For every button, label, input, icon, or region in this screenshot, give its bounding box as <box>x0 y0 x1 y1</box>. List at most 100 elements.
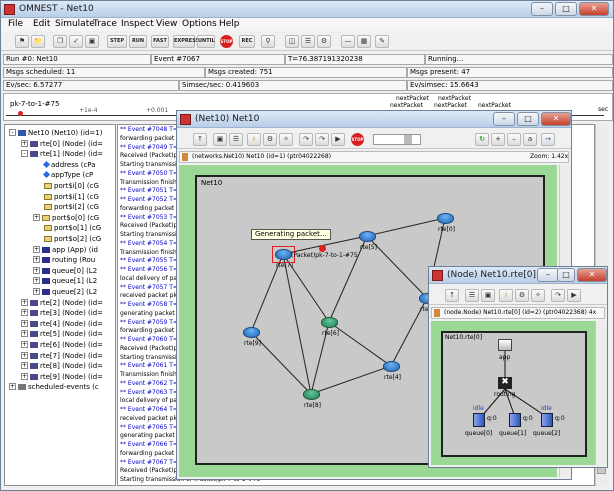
node-close-button[interactable]: ✕ <box>577 268 607 282</box>
router-icon[interactable] <box>321 317 338 328</box>
collapse-icon[interactable]: - <box>9 129 16 136</box>
network-close-button[interactable]: ✕ <box>541 112 571 126</box>
network-icon[interactable]: ◫ <box>285 35 299 48</box>
filter-icon[interactable]: ⚙ <box>317 35 331 48</box>
object-tree[interactable]: - Net10 (Net10) (id=1) + rte[0] (Node) (id=… <box>4 124 116 486</box>
zoom-in-icon[interactable]: + <box>491 133 505 146</box>
node-canvas[interactable]: app ✖ routing idle q:0 queue[0] q:0 queu… <box>441 331 587 457</box>
fast-icon[interactable]: ↷ <box>315 133 329 146</box>
expand-icon[interactable]: + <box>33 277 40 285</box>
tree-icon[interactable]: ☰ <box>301 35 315 48</box>
expand-icon[interactable]: + <box>33 245 40 253</box>
menu-help[interactable]: Help <box>219 19 240 29</box>
expand-icon[interactable]: + <box>21 330 28 338</box>
expand-icon[interactable]: + <box>21 351 28 359</box>
expand-icon[interactable]: + <box>9 383 16 391</box>
tree-item[interactable]: - Net10 (Net10) (id=1) <box>9 129 102 138</box>
animation-speed-slider[interactable] <box>373 134 421 145</box>
expand-icon[interactable]: + <box>33 266 40 274</box>
tree-item[interactable]: + rte[9] (Node) (id= <box>21 372 103 382</box>
node-scrollbar[interactable] <box>595 321 607 465</box>
node-gear-icon[interactable]: ⚙ <box>515 289 529 302</box>
tree-item[interactable]: + port$o[0] (cG <box>33 213 99 223</box>
expand-icon[interactable]: + <box>33 213 40 221</box>
menu-view[interactable]: View <box>156 19 177 29</box>
network-maximize-button[interactable]: □ <box>517 112 539 126</box>
tree-item[interactable]: + queue[2] (L2 <box>33 288 97 297</box>
node-settings-icon[interactable]: ✧ <box>531 289 545 302</box>
node-step-icon[interactable]: ↷ <box>551 289 565 302</box>
menu-trace[interactable]: Trace <box>93 19 117 29</box>
tree-item[interactable]: + rte[5] (Node) (id= <box>21 330 103 339</box>
node-info-icon[interactable]: i <box>499 289 513 302</box>
tree-item[interactable]: address (cPa <box>33 160 96 170</box>
tree-item[interactable]: port$o[2] (cG <box>33 235 101 244</box>
tree-item[interactable]: appType (cP <box>33 171 93 180</box>
node-run-icon[interactable]: ▶ <box>567 289 581 302</box>
timeline-icon[interactable]: — <box>341 35 355 48</box>
tree-item[interactable]: + rte[3] (Node) (id= <box>21 309 103 318</box>
queue0-icon[interactable] <box>473 413 485 427</box>
copy-icon[interactable]: ❐ <box>53 35 67 48</box>
step-button[interactable]: STEP <box>107 35 127 48</box>
save-icon[interactable]: ▣ <box>85 35 99 48</box>
step-icon[interactable]: ↷ <box>299 133 313 146</box>
parent-icon[interactable]: ↑ <box>193 133 207 146</box>
menu-inspect[interactable]: Inspect <box>121 19 154 29</box>
rec-button[interactable]: REC <box>239 35 255 48</box>
expand-icon[interactable]: + <box>21 362 28 370</box>
app-module-icon[interactable] <box>498 339 512 351</box>
maximize-button[interactable]: □ <box>555 2 577 16</box>
router-icon[interactable] <box>243 327 260 338</box>
network-stop-button[interactable]: STOP <box>351 133 364 146</box>
find-icon[interactable]: ⚲ <box>261 35 275 48</box>
network-minimize-button[interactable]: – <box>493 112 515 126</box>
expand-icon[interactable]: + <box>21 309 28 317</box>
tree-item[interactable]: port$i[0] (cG <box>33 182 99 191</box>
tree-item[interactable]: port$i[2] (cG <box>33 203 99 212</box>
menu-options[interactable]: Options <box>182 19 217 29</box>
menu-simulate[interactable]: Simulate <box>55 19 95 29</box>
tree-item[interactable]: port$i[1] (cG <box>33 193 99 202</box>
express-button[interactable]: EXPRESS <box>173 35 199 48</box>
node-parent-icon[interactable]: ↑ <box>445 289 459 302</box>
zoom-out-icon[interactable]: – <box>507 133 521 146</box>
module-icon[interactable]: ▣ <box>213 133 227 146</box>
slider-handle[interactable] <box>404 135 412 144</box>
expand-icon[interactable]: + <box>21 372 28 380</box>
queue1-icon[interactable] <box>509 413 521 427</box>
arrow-icon[interactable]: → <box>541 133 555 146</box>
tree-item[interactable]: + app (App) (id <box>33 245 98 255</box>
run-icon[interactable]: ▶ <box>331 133 345 146</box>
minimize-button[interactable]: – <box>531 2 553 16</box>
tree-item[interactable]: + rte[6] (Node) (id= <box>21 341 103 350</box>
tree-item[interactable]: + queue[1] (L2 <box>33 277 97 286</box>
tree-item[interactable]: + rte[7] (Node) (id= <box>21 351 103 361</box>
menu-edit[interactable]: Edit <box>33 19 50 29</box>
options-icon[interactable]: ✎ <box>375 35 389 48</box>
node-maximize-button[interactable]: □ <box>557 268 575 282</box>
new-run-icon[interactable]: ⚑ <box>15 35 29 48</box>
load-config-icon[interactable]: 📁 <box>31 35 45 48</box>
list-icon[interactable]: ☰ <box>229 133 243 146</box>
layout-icon[interactable]: ▦ <box>357 35 371 48</box>
expand-icon[interactable]: + <box>21 319 28 327</box>
menu-file[interactable]: File <box>8 19 23 29</box>
info-icon[interactable]: i <box>247 133 261 146</box>
tree-item[interactable]: + rte[8] (Node) (id= <box>21 362 103 371</box>
close-button[interactable]: ✕ <box>579 2 609 16</box>
until-button[interactable]: UNTIL <box>197 35 215 48</box>
settings-icon[interactable]: ✧ <box>279 133 293 146</box>
stop-button[interactable]: STOP <box>220 35 233 48</box>
expand-icon[interactable]: + <box>21 298 28 306</box>
tree-item[interactable]: + routing (Rou <box>33 256 95 265</box>
packet-icon[interactable] <box>319 245 326 252</box>
tree-item[interactable]: + rte[2] (Node) (id= <box>21 298 103 308</box>
tree-item[interactable]: port$o[1] (cG <box>33 224 101 233</box>
mark-icon[interactable]: ✓ <box>69 35 83 48</box>
tree-item[interactable]: + rte[4] (Node) (id= <box>21 319 103 329</box>
tree-item[interactable]: + queue[0] (L2 <box>33 266 97 276</box>
expand-icon[interactable]: + <box>21 341 28 348</box>
collapse-icon[interactable]: - <box>21 150 28 158</box>
node-list-icon[interactable]: ☰ <box>465 289 479 302</box>
